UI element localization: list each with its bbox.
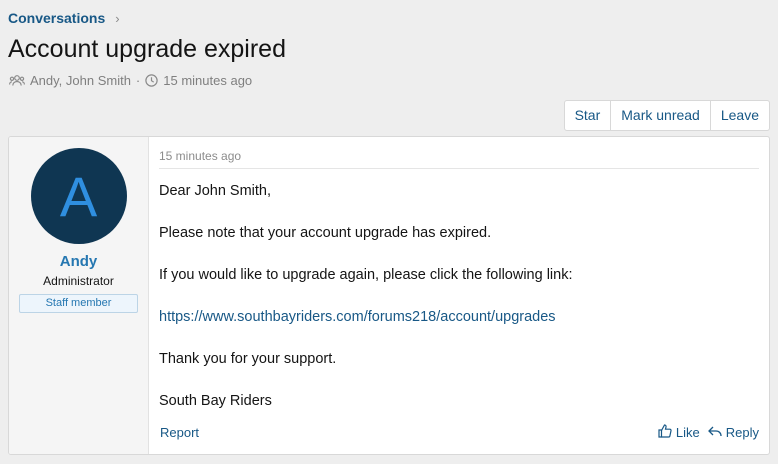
- message-content: 15 minutes ago Dear John Smith, Please n…: [149, 137, 769, 454]
- reply-button[interactable]: Reply: [707, 425, 759, 441]
- body-line-1: Please note that your account upgrade ha…: [159, 225, 492, 241]
- report-link[interactable]: Report: [160, 425, 199, 440]
- upgrade-link[interactable]: https://www.southbayriders.com/forums218…: [159, 309, 556, 325]
- body-line-2: If you would like to upgrade again, plea…: [159, 267, 573, 283]
- page-title: Account upgrade expired: [8, 35, 286, 63]
- participants-link[interactable]: Andy, John Smith: [30, 73, 131, 88]
- greeting-text: Dear John Smith,: [159, 183, 272, 199]
- breadcrumb-conversations-link[interactable]: Conversations: [8, 10, 105, 26]
- like-label: Like: [675, 425, 700, 440]
- reply-label: Reply: [725, 425, 759, 440]
- conversation-time: 15 minutes ago: [163, 73, 253, 88]
- leave-button[interactable]: Leave: [711, 101, 769, 130]
- message-user: A Andy Administrator Staff member: [9, 137, 149, 454]
- signature-text: South Bay Riders: [159, 393, 272, 409]
- star-button[interactable]: Star: [565, 101, 612, 130]
- mark-unread-button[interactable]: Mark unread: [611, 101, 711, 130]
- author-name[interactable]: Andy: [60, 253, 98, 270]
- conversation-actions: Star Mark unread Leave: [563, 100, 770, 131]
- post-date[interactable]: 15 minutes ago: [159, 149, 759, 169]
- reply-arrow-icon: [707, 425, 722, 441]
- body-line-3: Thank you for your support.: [159, 351, 337, 367]
- message-footer: Report Like Reply: [160, 424, 759, 441]
- staff-badge: Staff member: [19, 294, 138, 313]
- conversation-meta: Andy, John Smith · 15 minutes ago: [9, 73, 252, 88]
- breadcrumb: Conversations ›: [8, 10, 120, 26]
- message: A Andy Administrator Staff member 15 min…: [8, 136, 770, 455]
- avatar[interactable]: A: [30, 148, 127, 244]
- users-icon: [9, 74, 25, 87]
- author-title: Administrator: [43, 274, 114, 288]
- message-body: Dear John Smith, Please note that your a…: [159, 181, 759, 412]
- like-button[interactable]: Like: [658, 424, 700, 441]
- meta-separator: ·: [135, 73, 141, 88]
- clock-icon: [145, 74, 158, 87]
- chevron-right-icon: ›: [115, 10, 120, 26]
- thumbs-up-icon: [658, 424, 672, 441]
